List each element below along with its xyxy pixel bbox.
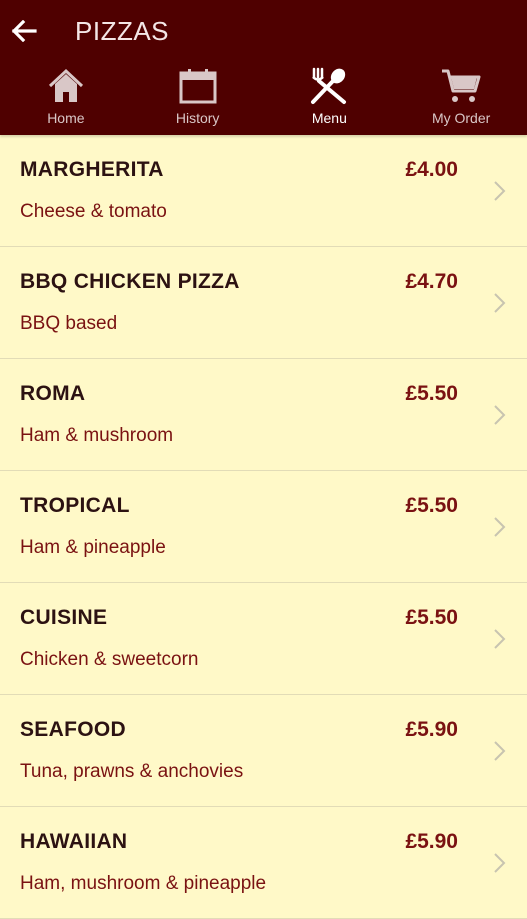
menu-item-margherita[interactable]: MARGHERITA Cheese & tomato £4.00 [0,135,527,247]
title-bar: PIZZAS [0,0,527,62]
item-price: £5.50 [405,382,458,405]
item-price: £5.50 [405,494,458,517]
item-name: CUISINE [20,606,108,629]
fork-spoon-icon [311,67,347,104]
chevron-right-icon [494,517,506,537]
menu-item-cuisine[interactable]: CUISINE Chicken & sweetcorn £5.50 [0,583,527,695]
menu-item-hawaiian[interactable]: HAWAIIAN Ham, mushroom & pineapple £5.90 [0,807,527,919]
nav-label-my-order: My Order [431,110,491,126]
page-title: PIZZAS [75,15,170,46]
item-description: Tuna, prawns & anchovies [20,761,244,782]
app-header: PIZZAS Home History Menu My Order [0,0,527,135]
item-name: SEAFOOD [20,718,126,741]
back-button[interactable] [0,7,48,55]
item-description: Ham & mushroom [20,425,174,446]
nav-item-menu[interactable]: Menu [264,62,396,135]
nav-label-history: History [175,110,220,126]
menu-item-roma[interactable]: ROMA Ham & mushroom £5.50 [0,359,527,471]
item-name: TROPICAL [20,494,130,517]
item-price: £5.50 [405,606,458,629]
nav-label-menu: Menu [311,110,347,126]
arrow-left-icon [11,20,37,42]
calendar-icon [179,69,217,104]
chevron-right-icon [494,741,506,761]
item-price: £4.70 [405,270,458,293]
nav-label-home: Home [47,110,85,126]
menu-item-bbq-chicken-pizza[interactable]: BBQ CHICKEN PIZZA BBQ based £4.70 [0,247,527,359]
item-description: Ham & pineapple [20,537,166,558]
item-description: Cheese & tomato [20,201,167,222]
item-price: £4.00 [405,158,458,181]
nav-item-home[interactable]: Home [0,62,132,135]
nav-bar: Home History Menu My Order [0,62,527,135]
chevron-right-icon [494,293,506,313]
cart-icon [442,69,481,102]
item-name: BBQ CHICKEN PIZZA [20,270,240,293]
menu-list: MARGHERITA Cheese & tomato £4.00 BBQ CHI… [0,135,527,919]
menu-item-seafood[interactable]: SEAFOOD Tuna, prawns & anchovies £5.90 [0,695,527,807]
item-description: Ham, mushroom & pineapple [20,873,267,894]
item-description: BBQ based [20,313,118,334]
item-price: £5.90 [405,718,458,741]
chevron-right-icon [494,405,506,425]
item-price: £5.90 [405,830,458,853]
item-name: HAWAIIAN [20,830,128,853]
item-name: ROMA [20,382,86,405]
home-icon [48,68,83,102]
chevron-right-icon [494,853,506,873]
menu-item-tropical[interactable]: TROPICAL Ham & pineapple £5.50 [0,471,527,583]
nav-item-history[interactable]: History [132,62,264,135]
chevron-right-icon [494,629,506,649]
item-name: MARGHERITA [20,158,164,181]
chevron-right-icon [494,181,506,201]
item-description: Chicken & sweetcorn [20,649,199,670]
nav-item-my-order[interactable]: My Order [395,62,527,135]
